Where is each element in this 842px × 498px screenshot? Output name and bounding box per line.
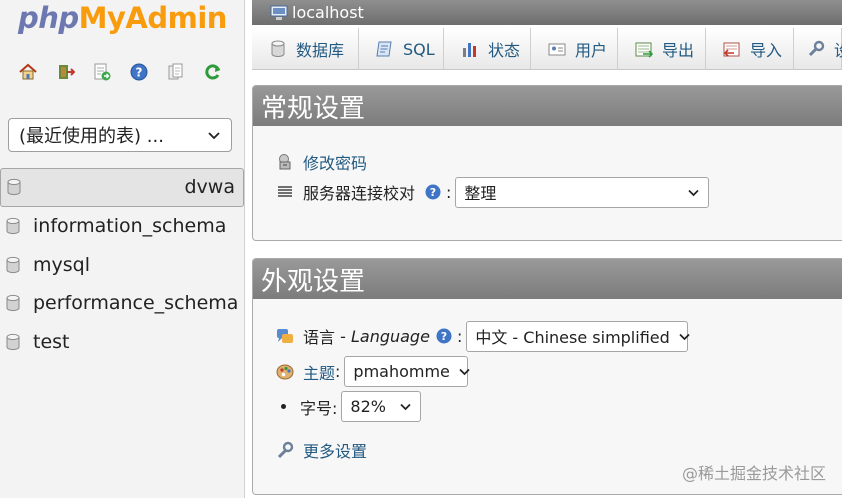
collation-colon: : — [446, 182, 452, 202]
language-icon — [277, 329, 293, 343]
import-icon — [723, 42, 740, 57]
server-breadcrumb: localhost — [252, 0, 842, 25]
language-row: 语言 - Language ? : 中文 - Chinese simplifie… — [275, 320, 690, 352]
server-name-link[interactable]: localhost — [292, 3, 364, 22]
collation-value: 整理 — [464, 184, 497, 203]
theme-icon — [276, 364, 294, 379]
sql-icon — [376, 41, 392, 57]
logo-myadmin-text: MyAdmin — [78, 1, 228, 35]
collation-select[interactable]: 整理 — [455, 176, 710, 208]
chevron-down-icon — [208, 132, 220, 140]
bullet-icon — [281, 404, 286, 409]
navigation-panel: phpMyAdmin ? (最近使用的表) ... dvwa informati… — [0, 0, 245, 498]
database-name: information_schema — [33, 215, 227, 238]
database-name: test — [33, 331, 70, 354]
tab-label: 设 — [834, 37, 842, 61]
database-icon — [7, 179, 21, 196]
svg-text:?: ? — [136, 66, 143, 80]
font-size-label: 字号: — [300, 398, 338, 418]
more-settings-link[interactable]: 更多设置 — [303, 438, 367, 462]
reload-icon[interactable] — [203, 62, 223, 82]
docs-icon[interactable] — [166, 62, 186, 82]
tab-label: 导出 — [662, 41, 695, 60]
language-label-en: Language — [350, 326, 430, 346]
chevron-down-icon — [459, 368, 470, 376]
language-separator: - — [335, 326, 351, 346]
theme-select[interactable]: pmahomme — [344, 356, 470, 387]
export-icon — [635, 42, 654, 58]
general-settings-title: 常规设置 — [253, 86, 842, 126]
database-icon — [6, 295, 20, 312]
tab-databases[interactable]: 数据库 — [252, 28, 359, 70]
status-icon — [463, 43, 476, 57]
tab-label: 用户 — [575, 41, 608, 60]
watermark: @稀土掘金技术社区 — [681, 464, 826, 483]
tab-label: 状态 — [488, 41, 521, 60]
language-value: 中文 - Chinese simplified — [475, 328, 670, 347]
database-name: mysql — [33, 253, 90, 276]
database-item-test[interactable]: test — [0, 323, 244, 362]
font-size-select[interactable]: 82% — [341, 391, 422, 422]
help-icon[interactable]: ? — [435, 327, 453, 345]
exit-icon[interactable] — [55, 62, 75, 82]
database-name: dvwa — [184, 176, 236, 199]
database-icon — [271, 40, 285, 57]
chevron-down-icon — [679, 333, 690, 340]
tab-export[interactable]: 导出 — [618, 28, 706, 70]
theme-colon: : — [335, 362, 341, 381]
wrench-icon — [277, 441, 294, 459]
top-menu: 数据库 SQL 状态 用户 导出 导入 设 — [252, 28, 842, 70]
database-item-performance-schema[interactable]: performance_schema — [0, 284, 244, 323]
font-size-value: 82% — [350, 397, 386, 416]
sql-query-icon[interactable] — [92, 62, 112, 82]
users-icon — [548, 43, 566, 56]
database-item-mysql[interactable]: mysql — [0, 245, 244, 284]
tab-users[interactable]: 用户 — [531, 28, 618, 70]
home-icon[interactable] — [18, 62, 38, 82]
tab-settings[interactable]: 设 — [794, 28, 842, 70]
database-item-information-schema[interactable]: information_schema — [0, 207, 244, 246]
database-icon — [6, 217, 20, 235]
database-tree: dvwa information_schema mysql performanc… — [0, 168, 244, 361]
language-colon: : — [456, 326, 463, 346]
recent-tables-value: (最近使用的表) ... — [19, 126, 164, 147]
password-icon — [279, 154, 291, 170]
more-settings-row: 更多设置 — [275, 438, 367, 462]
language-label: 语言 — [303, 328, 336, 347]
tab-status[interactable]: 状态 — [444, 28, 531, 70]
database-icon — [6, 256, 20, 273]
theme-row: 主题: pmahomme — [275, 356, 470, 387]
appearance-settings-title: 外观设置 — [253, 259, 842, 299]
theme-value: pmahomme — [353, 362, 450, 381]
phpmyadmin-logo[interactable]: phpMyAdmin — [18, 0, 227, 36]
tab-sql[interactable]: SQL — [359, 28, 444, 70]
svg-text:?: ? — [441, 330, 447, 343]
tab-label: 数据库 — [296, 41, 345, 60]
change-password-row: 修改密码 — [275, 150, 367, 174]
server-icon — [270, 5, 288, 20]
font-size-row: 字号: 82% — [275, 391, 422, 422]
navigation-icon-bar: ? — [18, 60, 223, 84]
theme-link[interactable]: 主题 — [303, 360, 335, 384]
tab-import[interactable]: 导入 — [706, 28, 794, 70]
database-name: performance_schema — [33, 292, 239, 315]
help-icon[interactable]: ? — [424, 183, 442, 201]
help-icon[interactable]: ? — [129, 62, 149, 82]
logo-php-text: php — [18, 1, 79, 35]
database-icon — [6, 333, 20, 351]
chevron-down-icon — [688, 189, 700, 196]
language-select[interactable]: 中文 - Chinese simplified — [466, 320, 690, 352]
tab-label: SQL — [403, 39, 435, 59]
svg-text:?: ? — [430, 186, 436, 199]
list-icon — [278, 186, 292, 197]
server-collation-row: 服务器连接校对 ? : 整理 — [275, 176, 710, 208]
recent-tables-select[interactable]: (最近使用的表) ... — [8, 118, 232, 152]
tab-label: 导入 — [750, 41, 783, 60]
chevron-down-icon — [400, 403, 412, 411]
database-item-dvwa[interactable]: dvwa — [0, 168, 244, 207]
collation-label: 服务器连接校对 — [303, 184, 416, 203]
settings-icon — [808, 40, 825, 57]
change-password-link[interactable]: 修改密码 — [303, 150, 367, 174]
